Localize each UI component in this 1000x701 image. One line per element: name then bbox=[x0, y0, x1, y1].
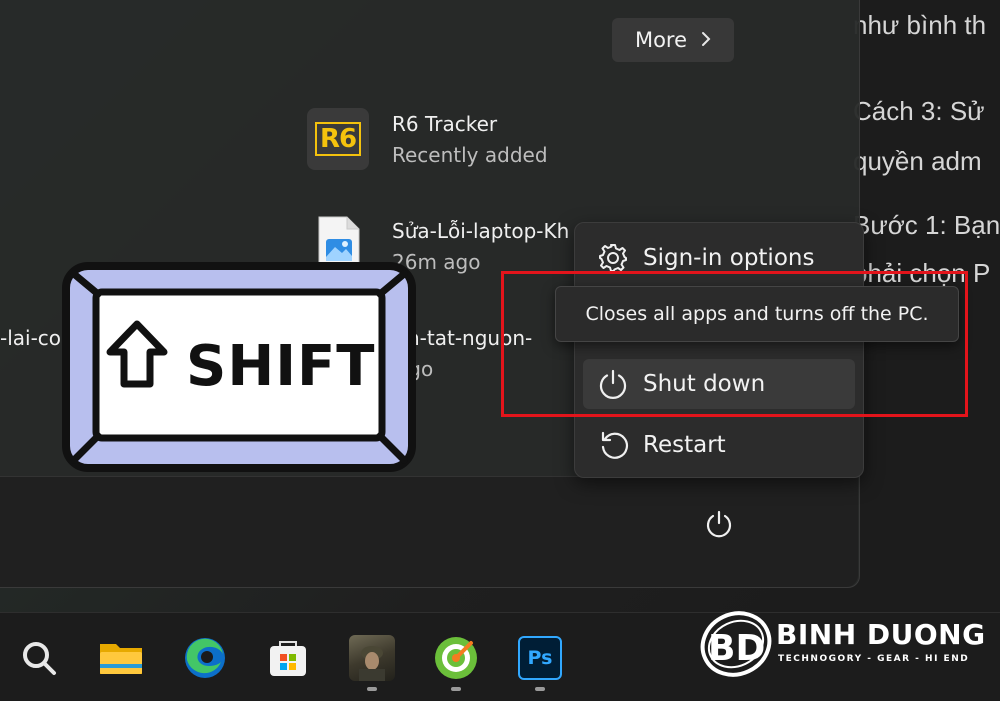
article-line: Cách 3: Sử bbox=[853, 96, 985, 126]
shift-key-label: SHIFT bbox=[186, 334, 376, 399]
coc-coc-icon[interactable] bbox=[431, 633, 481, 683]
power-icon bbox=[703, 508, 735, 544]
power-button[interactable] bbox=[697, 504, 741, 548]
article-line: quyền adm bbox=[853, 146, 982, 176]
restart-item[interactable]: Restart bbox=[583, 420, 855, 470]
r6-tracker-icon[interactable]: R6 bbox=[307, 108, 369, 170]
sign-in-options-label: Sign-in options bbox=[643, 245, 815, 271]
photoshop-label: Ps bbox=[518, 636, 562, 680]
photoshop-icon[interactable]: Ps bbox=[515, 633, 565, 683]
brand-monogram: BD bbox=[708, 628, 765, 669]
recommended-item-title[interactable]: -lai-co bbox=[0, 326, 61, 350]
microsoft-store-icon[interactable] bbox=[263, 633, 313, 683]
file-explorer-icon[interactable] bbox=[96, 633, 146, 683]
game-icon[interactable] bbox=[347, 633, 397, 683]
brand-watermark: BD BINH DUONG TECHNOGORY - GEAR - HI END bbox=[698, 596, 998, 696]
recommended-item-title[interactable]: R6 Tracker bbox=[392, 112, 497, 136]
article-line: như bình th bbox=[853, 10, 987, 40]
restart-label: Restart bbox=[643, 432, 726, 458]
chevron-right-icon bbox=[701, 28, 711, 52]
brand-name: BINH DUONG bbox=[776, 618, 986, 651]
gear-icon bbox=[583, 243, 643, 273]
recommended-item-subtitle: Recently added bbox=[392, 143, 548, 167]
brand-tagline: TECHNOGORY - GEAR - HI END bbox=[778, 654, 970, 664]
search-icon[interactable] bbox=[14, 633, 64, 683]
highlight-box bbox=[501, 271, 968, 417]
edge-icon[interactable] bbox=[180, 633, 230, 683]
recommended-item-title[interactable]: Sửa-Lỗi-laptop-Kh bbox=[392, 219, 569, 243]
more-button[interactable]: More bbox=[612, 18, 734, 62]
running-indicator bbox=[535, 687, 545, 691]
more-label: More bbox=[634, 28, 688, 52]
shift-key-illustration: SHIFT bbox=[62, 262, 416, 472]
running-indicator bbox=[451, 687, 461, 691]
running-indicator bbox=[367, 687, 377, 691]
article-line: Bước 1: Bạn bbox=[853, 210, 1000, 240]
brand-logo-icon: BD bbox=[700, 611, 772, 677]
r6-icon-text: R6 bbox=[314, 122, 362, 156]
restart-icon bbox=[583, 429, 643, 461]
